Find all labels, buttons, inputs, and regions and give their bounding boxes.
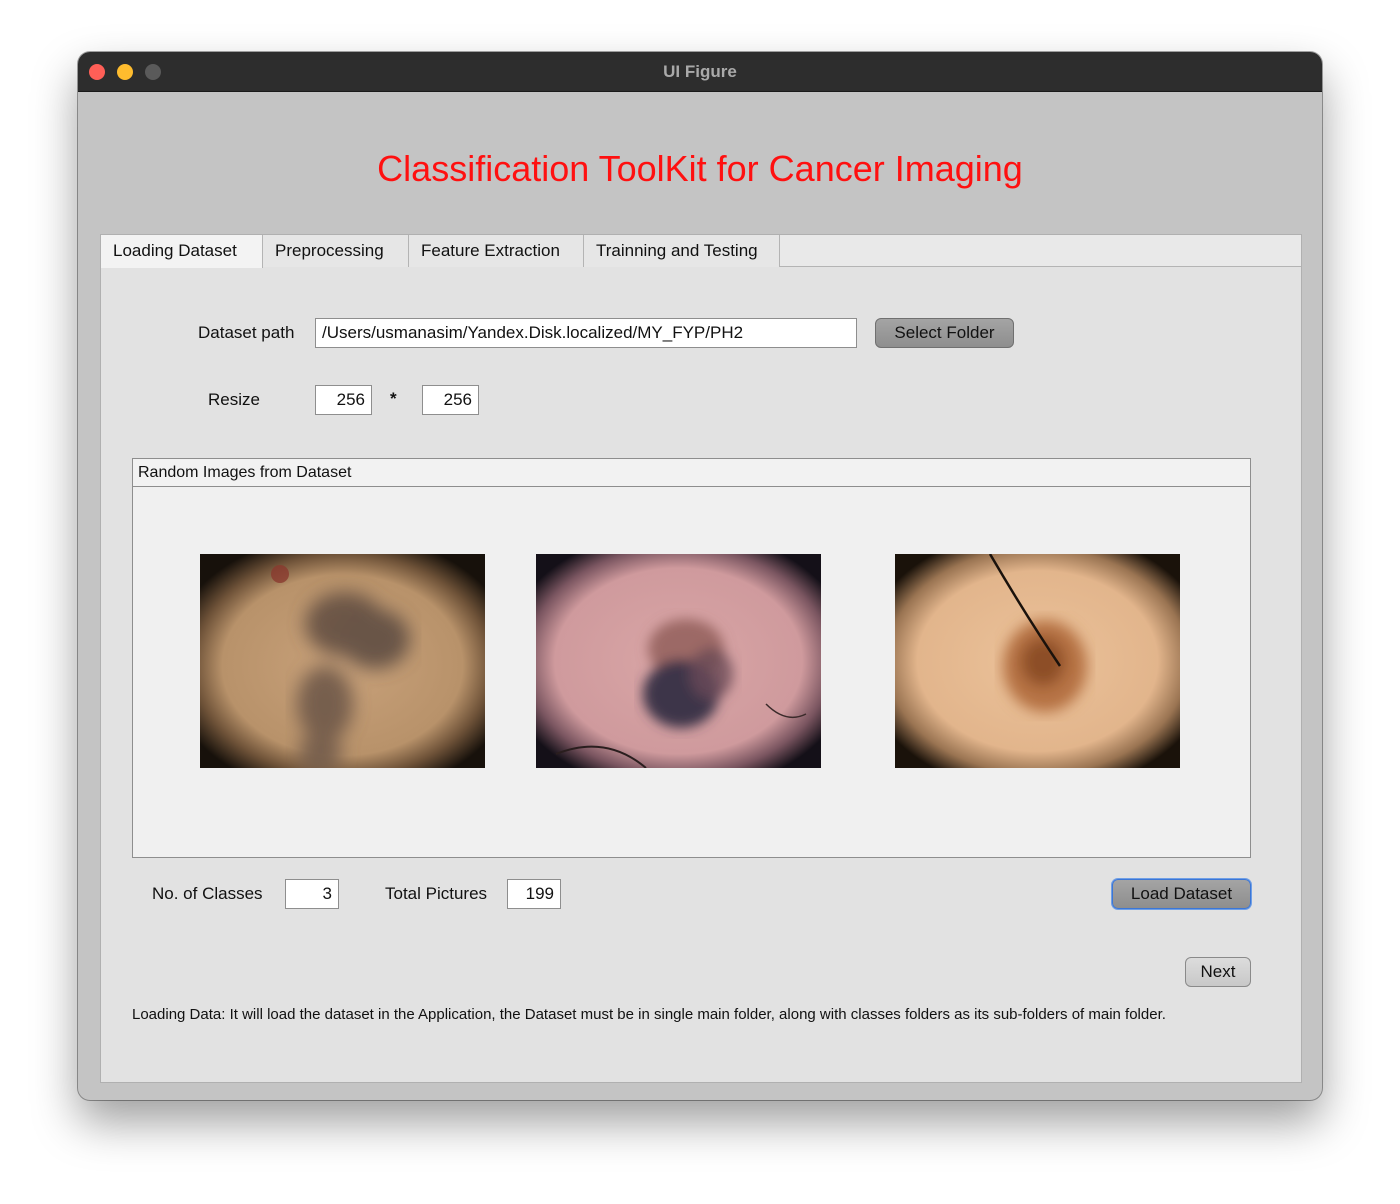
tab-preprocessing[interactable]: Preprocessing bbox=[263, 235, 409, 267]
classes-count-field: 3 bbox=[285, 879, 339, 909]
dataset-path-input[interactable]: /Users/usmanasim/Yandex.Disk.localized/M… bbox=[315, 318, 857, 348]
load-dataset-button[interactable]: Load Dataset bbox=[1112, 879, 1251, 909]
tab-feature-extraction[interactable]: Feature Extraction bbox=[409, 235, 584, 267]
dataset-image-3 bbox=[895, 554, 1180, 768]
panel-title: Random Images from Dataset bbox=[133, 459, 1250, 487]
total-pictures-field: 199 bbox=[507, 879, 561, 909]
tab-loading-dataset[interactable]: Loading Dataset bbox=[101, 235, 263, 268]
app-window: UI Figure Classification ToolKit for Can… bbox=[78, 52, 1322, 1100]
resize-label: Resize bbox=[208, 390, 260, 409]
random-images-panel: Random Images from Dataset bbox=[132, 458, 1251, 858]
select-folder-button[interactable]: Select Folder bbox=[875, 318, 1014, 348]
dataset-image-1 bbox=[200, 554, 485, 768]
resize-separator: * bbox=[390, 389, 397, 408]
window-titlebar[interactable]: UI Figure bbox=[78, 52, 1322, 92]
dataset-image-2 bbox=[536, 554, 821, 768]
resize-width-input[interactable]: 256 bbox=[315, 385, 372, 415]
help-text: Loading Data: It will load the dataset i… bbox=[132, 1006, 1166, 1023]
next-button[interactable]: Next bbox=[1185, 957, 1251, 987]
tab-group: Loading Dataset Preprocessing Feature Ex… bbox=[100, 234, 1302, 1083]
tab-bar: Loading Dataset Preprocessing Feature Ex… bbox=[101, 235, 1301, 268]
dataset-path-label: Dataset path bbox=[198, 323, 295, 342]
tab-training-and-testing[interactable]: Trainning and Testing bbox=[584, 235, 780, 267]
resize-height-input[interactable]: 256 bbox=[422, 385, 479, 415]
app-title: Classification ToolKit for Cancer Imagin… bbox=[377, 148, 1023, 189]
classes-count-label: No. of Classes bbox=[152, 884, 263, 903]
window-title: UI Figure bbox=[663, 62, 737, 81]
total-pictures-label: Total Pictures bbox=[385, 884, 488, 903]
